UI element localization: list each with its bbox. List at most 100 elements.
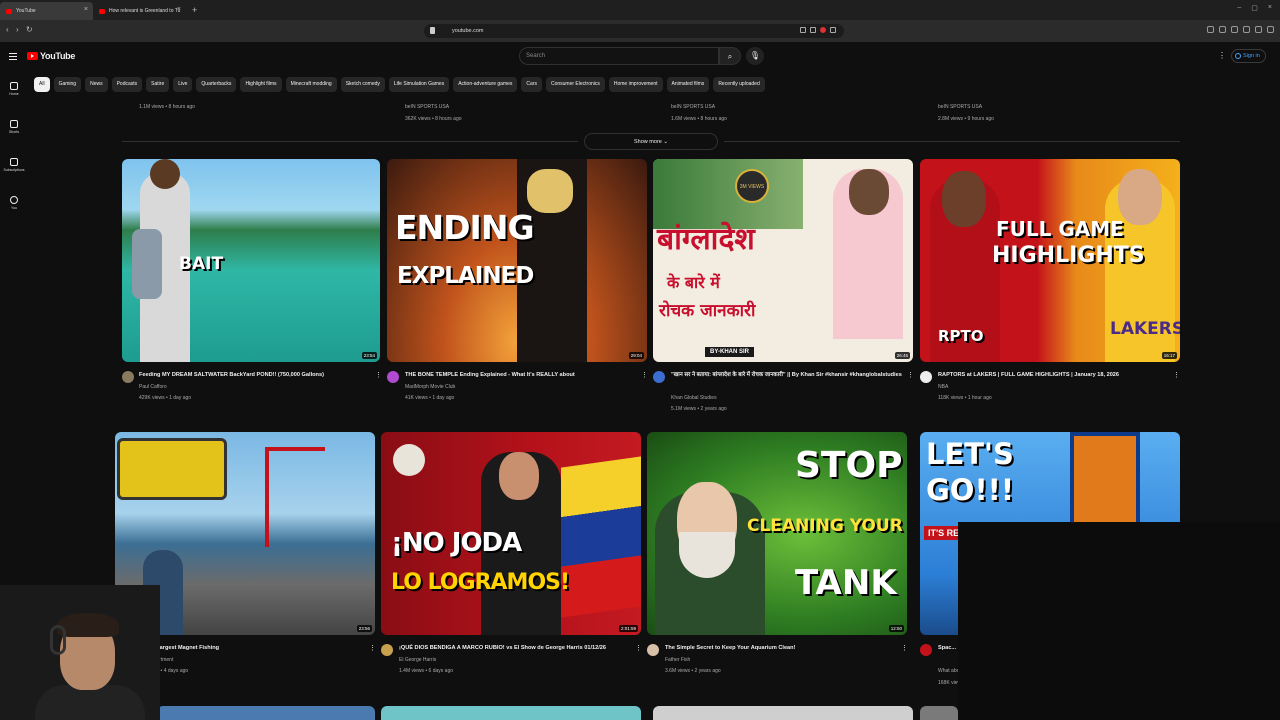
- channel-name[interactable]: beIN SPORTS USA: [671, 102, 715, 113]
- video-title[interactable]: The Simple Secret to Keep Your Aquarium …: [665, 643, 895, 654]
- youtube-header: YouTube Search ⌕ 🎙 ⋮ Sign in: [0, 42, 1280, 72]
- sign-in-button[interactable]: Sign in: [1231, 49, 1266, 63]
- channel-name[interactable]: ...rtment: [155, 655, 385, 666]
- settings-kebab-icon[interactable]: ⋮: [1218, 51, 1226, 60]
- video-menu-kebab-icon[interactable]: ⋮: [641, 371, 648, 379]
- video-thumbnail[interactable]: [920, 706, 958, 720]
- maximize-icon[interactable]: ▢: [1251, 4, 1258, 12]
- video-thumbnail[interactable]: ENDING EXPLAINED 29:04: [387, 159, 647, 362]
- video-thumbnail[interactable]: [381, 706, 641, 720]
- sidebar-item-home[interactable]: Home: [0, 82, 28, 96]
- channel-name[interactable]: beIN SPORTS USA: [938, 102, 982, 113]
- video-menu-kebab-icon[interactable]: ⋮: [907, 371, 914, 379]
- reader-icon[interactable]: [1219, 26, 1226, 33]
- video-menu-kebab-icon[interactable]: ⋮: [1173, 371, 1180, 379]
- channel-name[interactable]: MadMorph Movie Club: [405, 382, 635, 393]
- video-thumbnail[interactable]: [653, 706, 913, 720]
- chip-news[interactable]: News: [85, 77, 108, 92]
- thumbnail-overlay-text: STOP: [795, 445, 903, 486]
- video-title[interactable]: THE BONE TEMPLE Ending Explained - What …: [405, 370, 635, 381]
- video-title[interactable]: ...argest Magnet Fishing: [155, 643, 385, 654]
- search-input[interactable]: Search: [519, 47, 719, 65]
- close-tab-icon[interactable]: ×: [84, 6, 88, 13]
- close-window-icon[interactable]: ×: [1268, 4, 1272, 12]
- video-thumbnail[interactable]: STOP CLEANING YOUR TANK 12:50: [647, 432, 907, 635]
- video-menu-kebab-icon[interactable]: ⋮: [901, 644, 908, 652]
- video-thumbnail[interactable]: BAIT 23:54: [122, 159, 380, 362]
- search-button[interactable]: ⌕: [719, 47, 741, 65]
- close-tab-icon[interactable]: ×: [177, 6, 181, 13]
- channel-avatar[interactable]: [920, 371, 932, 383]
- channel-name[interactable]: What abo...: [938, 666, 960, 677]
- video-thumbnail[interactable]: RPTO LAKERS FULL GAME HIGHLIGHTS 16:17: [920, 159, 1180, 362]
- chip-satire[interactable]: Satire: [146, 77, 170, 92]
- new-tab-icon[interactable]: +: [192, 5, 197, 15]
- chip-sketch-comedy[interactable]: Sketch comedy: [340, 77, 385, 92]
- channel-name[interactable]: El George Harris: [399, 655, 629, 666]
- downloads-icon[interactable]: [1243, 26, 1250, 33]
- extension-icon[interactable]: [830, 27, 836, 33]
- chip-highlight-films[interactable]: Highlight films: [240, 77, 282, 92]
- channel-avatar[interactable]: [122, 371, 134, 383]
- chip-podcasts[interactable]: Podcasts: [111, 77, 143, 92]
- video-title[interactable]: Spac... Basel: [938, 643, 960, 654]
- chip-life-simulation-games[interactable]: Life Simulation Games: [388, 77, 450, 92]
- chip-minecraft-modding[interactable]: Minecraft modding: [285, 77, 337, 92]
- chip-consumer-electronics[interactable]: Consumer Electronics: [545, 77, 605, 92]
- video-title[interactable]: "खान सर ने बताया: बांग्लादेश के बारे में…: [671, 370, 906, 381]
- browser-tab-greenland[interactable]: How relevant is Greenland to Tuney ×: [93, 2, 186, 20]
- channel-avatar[interactable]: [920, 644, 932, 656]
- sidebar-item-you[interactable]: You: [0, 196, 28, 210]
- chip-home-improvement[interactable]: Home improvement: [608, 77, 663, 92]
- thumbnail-overlay-text: EXPLAINED: [397, 263, 534, 289]
- channel-name[interactable]: Khan Global Studies: [671, 393, 901, 404]
- player-head: [1118, 169, 1162, 225]
- youtube-logo[interactable]: YouTube: [27, 51, 75, 61]
- tab-search-icon[interactable]: [1231, 26, 1238, 33]
- channel-name[interactable]: NBA: [938, 382, 1168, 393]
- channel-name[interactable]: beIN SPORTS USA: [405, 102, 449, 113]
- video-thumbnail[interactable]: ¡NO JODA LO LOGRAMOS! 2:01:59: [381, 432, 641, 635]
- chip-action-adventure-games[interactable]: Action-adventure games: [453, 77, 518, 92]
- sidebar-item-shorts[interactable]: Shorts: [0, 120, 28, 134]
- video-thumbnail[interactable]: 3M VIEWS बांग्लादेश के बारे में रोचक जान…: [653, 159, 913, 362]
- chip-gaming[interactable]: Gaming: [53, 77, 82, 92]
- channel-avatar[interactable]: [647, 644, 659, 656]
- voice-search-button[interactable]: 🎙: [746, 47, 764, 65]
- video-menu-kebab-icon[interactable]: ⋮: [369, 644, 376, 652]
- minimize-icon[interactable]: –: [1237, 4, 1241, 12]
- back-icon[interactable]: ‹: [6, 25, 9, 34]
- chip-all[interactable]: All: [34, 77, 50, 92]
- profile-icon[interactable]: [1255, 26, 1262, 33]
- reload-icon[interactable]: ↻: [26, 25, 33, 34]
- sidebar-icon[interactable]: [1207, 26, 1214, 33]
- menu-icon[interactable]: [1267, 26, 1274, 33]
- channel-name[interactable]: Father Fish: [665, 655, 895, 666]
- channel-avatar[interactable]: [387, 371, 399, 383]
- crane-arm: [265, 447, 325, 547]
- chip-quarterbacks[interactable]: Quarterbacks: [196, 77, 237, 92]
- share-icon[interactable]: [810, 27, 816, 33]
- channel-avatar[interactable]: [653, 371, 665, 383]
- install-app-icon[interactable]: [800, 27, 806, 33]
- address-bar[interactable]: youtube.com: [424, 24, 844, 38]
- video-thumbnail[interactable]: [157, 706, 375, 720]
- video-menu-kebab-icon[interactable]: ⋮: [635, 644, 642, 652]
- bookmark-icon[interactable]: [430, 27, 435, 34]
- video-title[interactable]: RAPTORS at LAKERS | FULL GAME HIGHLIGHTS…: [938, 370, 1168, 381]
- show-more-button[interactable]: Show more ⌄: [584, 133, 718, 150]
- channel-avatar[interactable]: [381, 644, 393, 656]
- browser-tab-youtube[interactable]: YouTube ×: [0, 2, 93, 20]
- video-menu-kebab-icon[interactable]: ⋮: [375, 371, 382, 379]
- chip-recently-uploaded[interactable]: Recently uploaded: [713, 77, 765, 92]
- forward-icon[interactable]: ›: [16, 25, 19, 34]
- video-title[interactable]: ¡QUÉ DIOS BENDIGA A MARCO RUBIO! vs El S…: [399, 643, 629, 654]
- channel-name[interactable]: Paul Cafforo: [139, 382, 369, 393]
- chip-live[interactable]: Live: [173, 77, 193, 92]
- video-title[interactable]: Feeding MY DREAM SALTWATER BackYard POND…: [139, 370, 369, 381]
- sidebar-item-subscriptions[interactable]: Subscriptions: [0, 158, 28, 172]
- chip-cars[interactable]: Cars: [521, 77, 542, 92]
- hamburger-menu-icon[interactable]: [9, 53, 17, 60]
- extension-badge-icon[interactable]: [820, 27, 826, 33]
- chip-animated-films[interactable]: Animated films: [666, 77, 710, 92]
